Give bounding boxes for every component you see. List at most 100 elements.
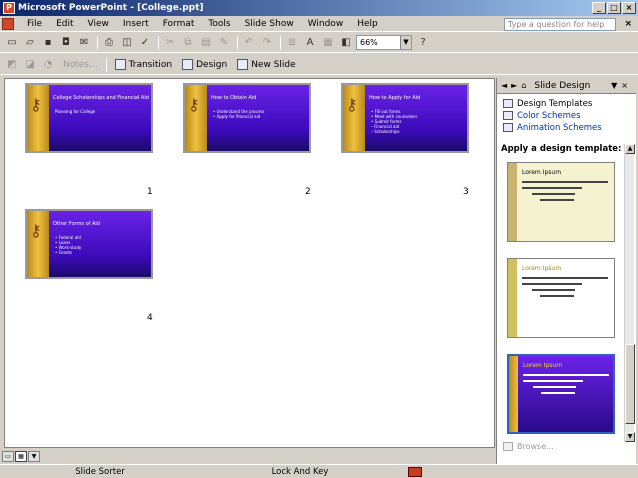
ask-question-input[interactable]: Type a question for help (504, 18, 616, 31)
slide-number: 3 (463, 187, 469, 197)
color-grayscale-icon[interactable]: ◧ (338, 35, 354, 51)
print-icon[interactable]: ⎙ (101, 35, 117, 51)
close-document-icon[interactable]: × (624, 19, 632, 29)
menu-insert[interactable]: Insert (116, 16, 156, 32)
design-template-thumbnail-selected[interactable]: Lorem Ipsum (507, 354, 615, 434)
browse-link[interactable]: Browse... (503, 442, 554, 451)
document-icon[interactable] (2, 17, 14, 30)
scroll-down-icon[interactable]: ▼ (625, 432, 635, 442)
powerpoint-app-icon[interactable]: P (3, 2, 15, 14)
slide-title: How to Obtain Aid (211, 95, 257, 101)
copy-icon[interactable]: ⧉ (180, 35, 196, 51)
key-icon: ⚷ (188, 95, 200, 114)
grid-icon[interactable]: ▦ (320, 35, 336, 51)
menu-tools[interactable]: Tools (201, 16, 237, 32)
template-list: Lorem Ipsum Lorem Ipsum Lorem Ipsum (501, 156, 623, 440)
show-formatting-icon[interactable]: A (302, 35, 318, 51)
back-icon[interactable]: ◄ (501, 81, 507, 90)
new-slide-button[interactable]: New Slide (232, 57, 300, 73)
redo-icon[interactable]: ↷ (259, 35, 275, 51)
design-templates-link[interactable]: Design Templates (497, 98, 636, 110)
maximize-button[interactable]: □ (607, 2, 621, 14)
slide-thumbnail[interactable]: ⚷ How to Obtain Aid • Understand the pro… (183, 83, 311, 153)
template-title: Lorem Ipsum (522, 265, 562, 272)
undo-icon[interactable]: ↶ (241, 35, 257, 51)
design-template-thumbnail[interactable]: Lorem Ipsum (507, 258, 615, 338)
animation-schemes-icon (503, 123, 513, 132)
browse-icon (503, 442, 513, 451)
hide-slide-icon[interactable]: ◩ (4, 57, 20, 73)
animation-schemes-link[interactable]: Animation Schemes (497, 122, 636, 134)
menu-window[interactable]: Window (301, 16, 351, 32)
key-icon: ⚷ (30, 95, 42, 114)
template-bar (509, 356, 518, 432)
slide-body-line: • Apply for financial aid (213, 114, 261, 119)
status-view: Slide Sorter (75, 466, 125, 477)
slide-body-line: – Scholarships (371, 129, 400, 134)
slide-title: Other Forms of Aid (53, 221, 100, 227)
spelling-icon[interactable]: ✓ (137, 35, 153, 51)
slide-thumbnail[interactable]: ⚷ How to Apply for Aid • Fill out forms … (341, 83, 469, 153)
text-line (522, 187, 583, 189)
slide-sorter-view-icon[interactable]: ▦ (15, 451, 27, 462)
slide-thumbnail[interactable]: ⚷ Other Forms of Aid • Federal aid • Loa… (25, 209, 153, 279)
design-template-thumbnail[interactable]: Lorem Ipsum (507, 162, 615, 242)
transition-button[interactable]: Transition (110, 57, 178, 73)
menu-file[interactable]: File (20, 16, 49, 32)
save-icon[interactable]: ▪ (40, 35, 56, 51)
text-line (532, 193, 575, 195)
menu-slide-show[interactable]: Slide Show (238, 16, 301, 32)
slide-number: 2 (305, 187, 311, 197)
animation-schemes-label: Animation Schemes (517, 123, 602, 133)
text-line (540, 295, 575, 297)
cut-icon[interactable]: ✂ (162, 35, 178, 51)
slide-body: • Federal aid • Loans • Work-study • Gra… (55, 235, 81, 255)
design-button[interactable]: Design (177, 57, 232, 73)
toolbar-separator (105, 57, 107, 72)
design-label: Design (196, 59, 228, 70)
print-preview-icon[interactable]: ◫ (119, 35, 135, 51)
email-icon[interactable]: ✉ (76, 35, 92, 51)
title-bar: P Microsoft PowerPoint - [College.ppt] _… (0, 0, 638, 16)
menu-help[interactable]: Help (350, 16, 385, 32)
close-pane-icon[interactable]: × (621, 81, 628, 90)
summary-slide-icon[interactable]: ◪ (22, 57, 38, 73)
scroll-thumb[interactable] (625, 344, 635, 424)
paste-icon[interactable]: ▤ (198, 35, 214, 51)
close-button[interactable]: × (622, 2, 636, 14)
apply-template-heading: Apply a design template: (501, 144, 622, 154)
text-line (532, 289, 575, 291)
menu-view[interactable]: View (81, 16, 116, 32)
slide-show-view-icon[interactable]: ▼ (28, 451, 40, 462)
notes-button[interactable]: Notes... (58, 57, 103, 73)
new-icon[interactable]: ▭ (4, 35, 20, 51)
transition-label: Transition (128, 59, 173, 70)
text-line (522, 283, 583, 285)
text-line (523, 374, 609, 376)
slide-thumbnail[interactable]: ⚷ College Scholarships and Financial Aid… (25, 83, 153, 153)
scroll-up-icon[interactable]: ▲ (625, 144, 635, 154)
slide-design-pane: ◄ ► ⌂ Slide Design ▼ × Design Templates … (496, 78, 636, 464)
slide-title: How to Apply for Aid (369, 95, 421, 101)
home-icon[interactable]: ⌂ (521, 81, 526, 90)
forward-icon[interactable]: ► (511, 81, 517, 90)
minimize-button[interactable]: _ (592, 2, 606, 14)
chevron-down-icon[interactable]: ▼ (611, 81, 617, 90)
rehearse-timings-icon[interactable]: ◔ (40, 57, 56, 73)
template-scrollbar[interactable]: ▲ ▼ (624, 144, 635, 442)
help-icon[interactable]: ? (415, 35, 431, 51)
open-icon[interactable]: ▱ (22, 35, 38, 51)
slide-4: ⚷ Other Forms of Aid • Federal aid • Loa… (27, 211, 151, 277)
design-icon (182, 59, 194, 70)
menu-edit[interactable]: Edit (49, 16, 80, 32)
zoom-select[interactable]: 66% ▼ (356, 35, 412, 50)
menu-format[interactable]: Format (156, 16, 202, 32)
format-painter-icon[interactable]: ✎ (216, 35, 232, 51)
normal-view-icon[interactable]: ▭ (2, 451, 14, 462)
permission-icon[interactable]: ◘ (58, 35, 74, 51)
expand-all-icon[interactable]: ≣ (284, 35, 300, 51)
key-icon: ⚷ (346, 95, 358, 114)
chevron-down-icon[interactable]: ▼ (400, 36, 411, 49)
slide-title: College Scholarships and Financial Aid (53, 95, 149, 101)
color-schemes-link[interactable]: Color Schemes (497, 110, 636, 122)
